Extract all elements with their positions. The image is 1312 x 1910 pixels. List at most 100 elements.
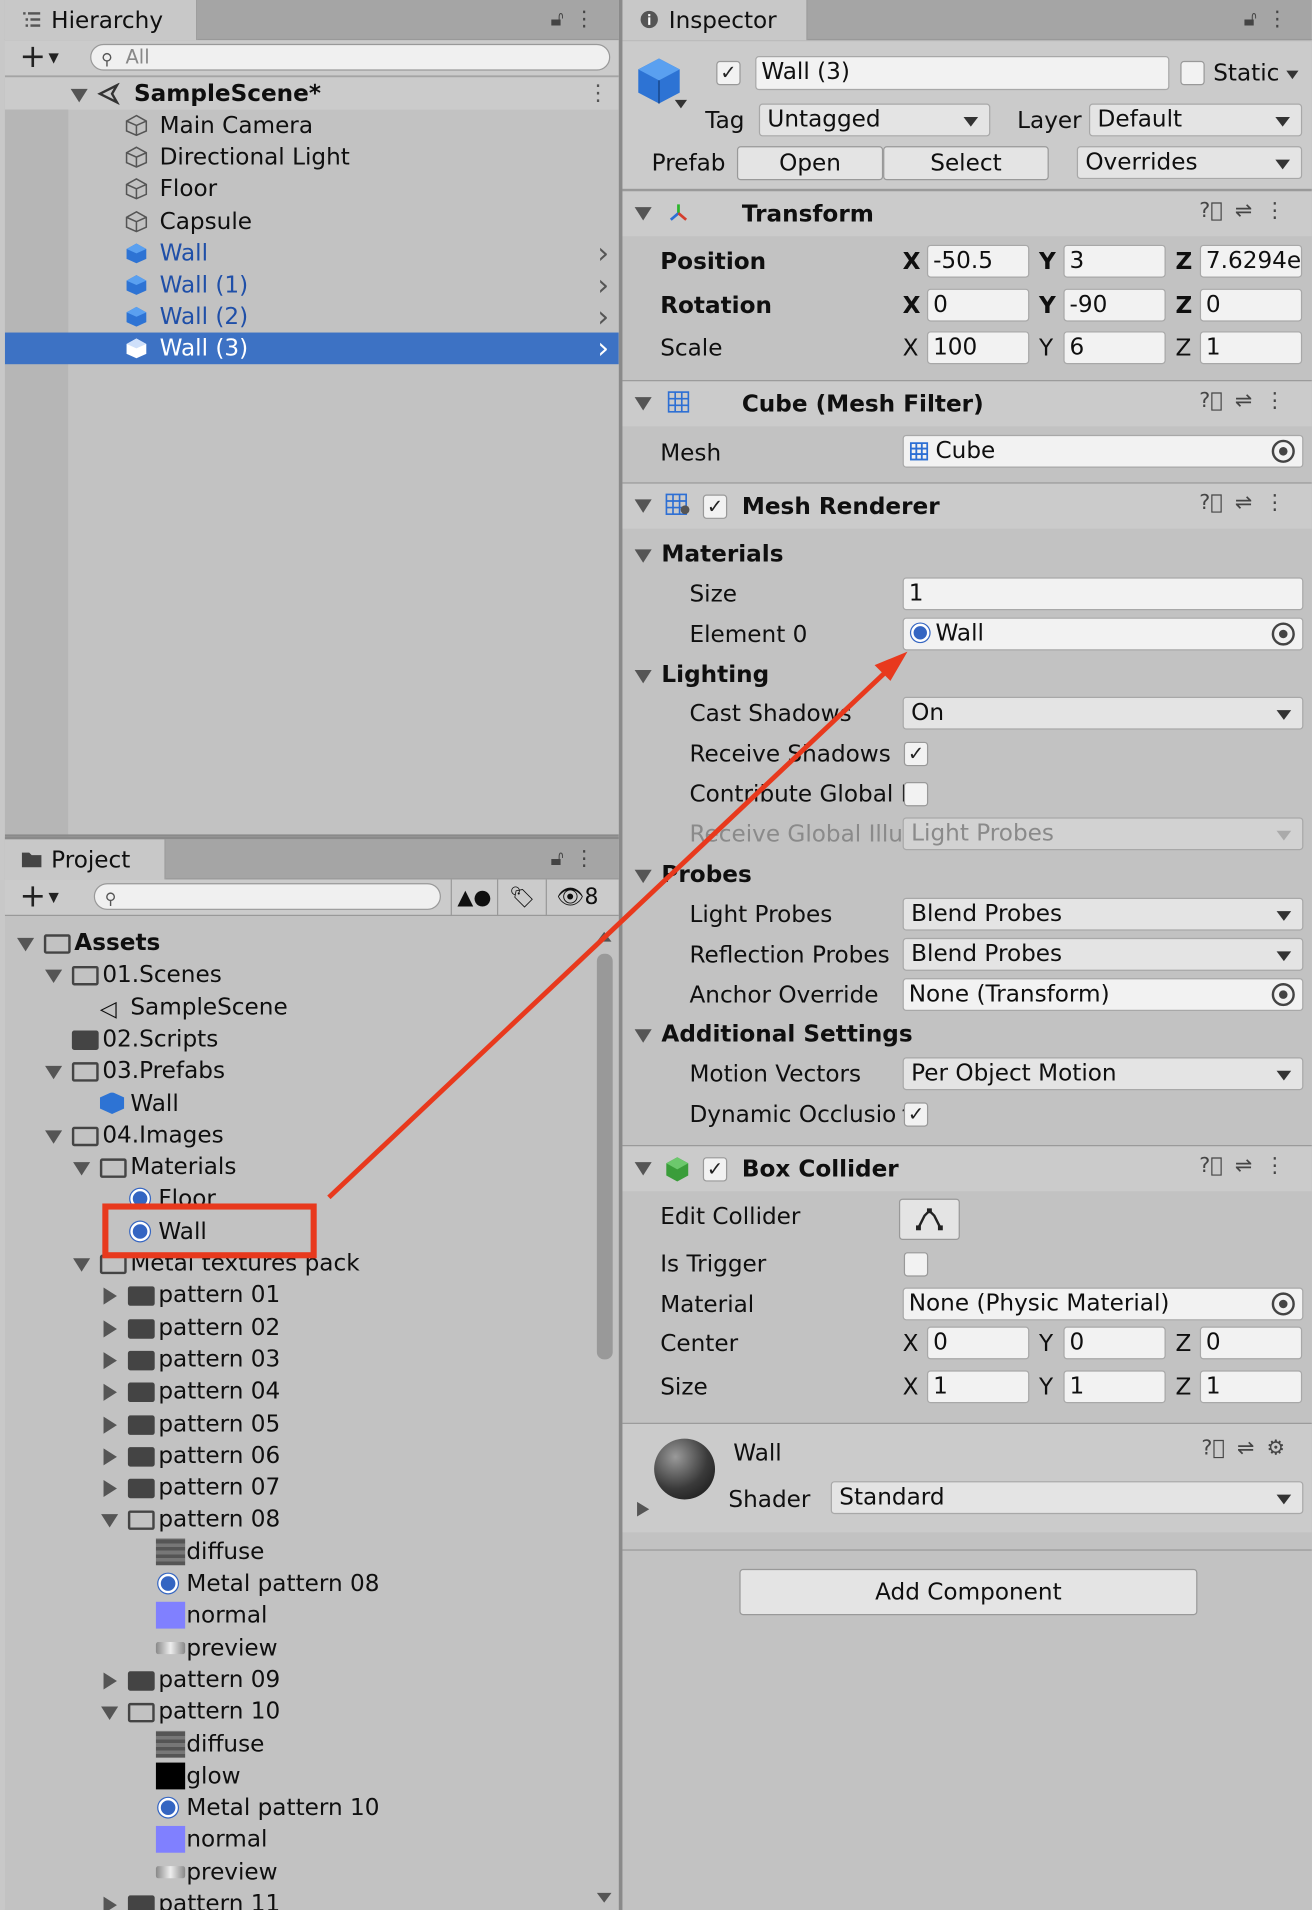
mesh-filter-header[interactable]: Cube (Mesh Filter) ?⃝⇌⋮ [622,380,1312,427]
element0-field[interactable]: Wall [902,617,1304,651]
object-picker-icon[interactable] [1271,983,1295,1007]
project-item[interactable]: normal [5,1600,619,1632]
mesh-field[interactable]: Cube [902,434,1304,468]
anchor-override-field[interactable]: None (Transform) [902,978,1304,1012]
prefab-overrides-dropdown[interactable]: Overrides [1076,146,1303,180]
project-item[interactable]: preview [5,1632,619,1664]
physic-material-field[interactable]: None (Physic Material) [902,1287,1304,1321]
size-z-field[interactable]: 1 [1199,1370,1303,1404]
add-component-button[interactable]: Add Component [739,1568,1198,1616]
project-item[interactable]: pattern 06 [5,1440,619,1472]
materials-section[interactable]: Materials [661,538,783,570]
hierarchy-tab[interactable]: Hierarchy [4,0,198,41]
position-x-field[interactable]: -50.5 [926,244,1030,278]
more-icon[interactable]: ⋮ [1264,491,1297,515]
help-icon[interactable]: ?⃝ [1199,1154,1235,1178]
reflection-probes-dropdown[interactable]: Blend Probes [902,937,1304,971]
project-item[interactable]: pattern 02 [5,1311,619,1343]
hierarchy-item[interactable]: Main Camera [4,109,619,142]
filter-label-button[interactable]: 🏷︎ [496,879,546,917]
more-icon[interactable]: ⋮ [1267,7,1297,31]
static-checkbox[interactable] [1180,60,1205,86]
object-name-field[interactable]: Wall (3) [755,56,1170,91]
scroll-thumb[interactable] [596,953,613,1360]
collapsed-arrow-icon[interactable] [103,1319,117,1337]
collapse-arrow-icon[interactable] [634,397,652,411]
collapsed-arrow-icon[interactable] [103,1383,117,1402]
project-item[interactable]: 02.Scripts [5,1023,619,1055]
more-icon[interactable]: ⋮ [574,7,604,31]
object-picker-icon[interactable] [1271,1292,1295,1316]
scene-row[interactable]: SampleScene* ⋮ [4,77,619,110]
hierarchy-item[interactable]: Wall (3) › [4,333,619,365]
presets-icon[interactable]: ⇌ [1235,389,1265,413]
collapsed-arrow-icon[interactable] [103,1351,117,1370]
prefab-open-button[interactable]: Open [736,146,884,181]
collapse-arrow-icon[interactable] [634,1162,652,1176]
box-collider-header[interactable]: ✓ Box Collider ?⃝⇌⋮ [622,1145,1312,1192]
expand-arrow-icon[interactable] [101,1706,119,1721]
light-probes-dropdown[interactable]: Blend Probes [902,897,1304,931]
open-prefab-chevron-icon[interactable]: › [597,333,609,365]
scale-y-field[interactable]: 6 [1063,331,1166,365]
project-tab[interactable]: Project [4,839,166,880]
expand-arrow-icon[interactable] [45,1130,63,1144]
project-item[interactable]: pattern 05 [5,1408,619,1440]
static-label[interactable]: Static [1213,57,1279,89]
collapse-arrow-icon[interactable] [634,207,652,221]
hierarchy-item[interactable]: Capsule [4,205,619,238]
additional-settings-section[interactable]: Additional Settings [661,1018,912,1050]
more-icon[interactable]: ⋮ [1264,389,1297,413]
component-header-icons[interactable]: ?⃝⇌⋮ [1199,199,1297,223]
collapsed-arrow-icon[interactable] [103,1416,117,1434]
inspector-tab[interactable]: Inspector [622,0,808,41]
more-icon[interactable]: ⋮ [1264,199,1297,223]
material-expand-arrow-icon[interactable] [637,1501,650,1517]
project-item[interactable]: 04.Images [5,1119,619,1151]
center-z-field[interactable]: 0 [1199,1326,1303,1360]
static-dropdown-arrow[interactable] [1286,70,1299,80]
section-expand-arrow-icon[interactable] [634,549,652,563]
scroll-up-icon[interactable] [596,931,612,942]
section-expand-arrow-icon[interactable] [634,1029,652,1043]
receive-shadows-checkbox[interactable]: ✓ [903,741,929,767]
project-item[interactable]: pattern 08 [5,1504,619,1536]
hierarchy-tab-buttons[interactable]: 🔓︎⋮ [551,7,605,31]
contribute-gi-checkbox[interactable] [903,782,929,807]
scroll-down-icon[interactable] [596,1892,612,1903]
open-prefab-chevron-icon[interactable]: › [597,269,609,301]
center-y-field[interactable]: 0 [1063,1326,1166,1360]
motion-vectors-dropdown[interactable]: Per Object Motion [902,1057,1304,1091]
hidden-packages-button[interactable]: 👁︎8 [545,879,619,917]
hierarchy-item[interactable]: Directional Light [4,141,619,174]
center-x-field[interactable]: 0 [926,1326,1030,1360]
project-item[interactable]: Metal pattern 08 [5,1568,619,1600]
hierarchy-search-input[interactable]: ⚲ All [90,43,611,71]
open-prefab-chevron-icon[interactable]: › [597,301,609,333]
project-item[interactable]: pattern 04 [5,1375,619,1407]
collapsed-arrow-icon[interactable] [103,1896,117,1910]
section-expand-arrow-icon[interactable] [634,869,652,884]
mesh-renderer-header[interactable]: ✓ Mesh Renderer ?⃝⇌⋮ [622,482,1312,529]
expand-arrow-icon[interactable] [45,1066,63,1080]
probes-section[interactable]: Probes [661,859,751,891]
icon-dropdown-arrow[interactable] [674,99,688,109]
lock-icon[interactable]: 🔓︎ [551,847,574,871]
gear-icon[interactable]: ⚙ [1267,1436,1298,1460]
project-tab-buttons[interactable]: 🔓︎⋮ [551,847,605,871]
open-prefab-chevron-icon[interactable]: › [597,237,609,269]
help-icon[interactable]: ?⃝ [1199,389,1235,413]
hierarchy-item[interactable]: Wall › [4,237,619,269]
expand-arrow-icon[interactable] [101,1514,119,1528]
scale-z-field[interactable]: 1 [1199,331,1303,365]
project-item[interactable]: pattern 10 [5,1696,619,1728]
vertical-divider[interactable] [618,0,623,1910]
transform-header[interactable]: Transform ?⃝⇌⋮ [622,190,1312,237]
size-x-field[interactable]: 1 [926,1370,1030,1404]
project-item[interactable]: pattern 09 [5,1664,619,1696]
presets-icon[interactable]: ⇌ [1235,199,1265,223]
project-scrollbar[interactable] [589,926,619,1910]
shader-dropdown[interactable]: Standard [830,1481,1304,1515]
project-item[interactable]: pattern 07 [5,1472,619,1504]
lighting-section[interactable]: Lighting [661,659,769,691]
